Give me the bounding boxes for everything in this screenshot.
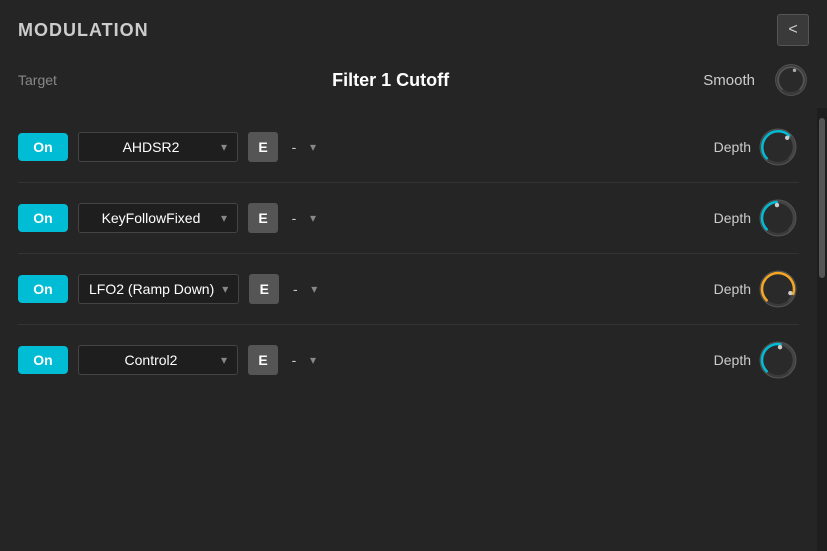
source-dropdown-2[interactable]: KeyFollowFixed ▾	[78, 203, 238, 233]
rows-area: On AHDSR2 ▾ E - ▾ Depth On KeyFollowFixe…	[0, 108, 817, 551]
depth-knob-1[interactable]	[757, 126, 799, 168]
source-chevron-3[interactable]: ▾	[311, 282, 317, 296]
mod-row-4: On Control2 ▾ E - ▾ Depth	[0, 325, 817, 395]
mod-row-3: On LFO2 (Ramp Down) ▾ E - ▾ Depth	[0, 254, 817, 324]
source-name-4: Control2	[89, 352, 213, 368]
back-button[interactable]: <	[777, 14, 809, 46]
source-name-2: KeyFollowFixed	[89, 210, 213, 226]
target-row: Target Filter 1 Cutoff Smooth	[0, 56, 827, 108]
depth-row-4: Depth	[714, 339, 799, 381]
source-dropdown-4[interactable]: Control2 ▾	[78, 345, 238, 375]
depth-knob-2[interactable]	[757, 197, 799, 239]
panel-title: MODULATION	[18, 20, 149, 41]
on-button-4[interactable]: On	[18, 346, 68, 374]
source-dropdown-1[interactable]: AHDSR2 ▾	[78, 132, 238, 162]
depth-row-2: Depth	[714, 197, 799, 239]
smooth-label: Smooth	[703, 72, 755, 89]
chevron-down-icon-2: ▾	[221, 211, 227, 225]
depth-label-1: Depth	[714, 139, 751, 155]
depth-knob-4[interactable]	[757, 339, 799, 381]
chevron-down-icon-4: ▾	[221, 353, 227, 367]
e-button-1[interactable]: E	[248, 132, 278, 162]
dash-label-2: -	[288, 210, 300, 226]
filter-name: Filter 1 Cutoff	[88, 70, 693, 91]
source-chevron-1[interactable]: ▾	[310, 140, 316, 154]
depth-row-1: Depth	[714, 126, 799, 168]
mod-row-1: On AHDSR2 ▾ E - ▾ Depth	[0, 112, 817, 182]
chevron-down-icon-1: ▾	[221, 140, 227, 154]
target-label: Target	[18, 72, 78, 88]
depth-label-2: Depth	[714, 210, 751, 226]
source-name-1: AHDSR2	[89, 139, 213, 155]
on-button-1[interactable]: On	[18, 133, 68, 161]
chevron-down-icon-3: ▾	[222, 282, 228, 296]
dash-label-3: -	[289, 281, 301, 297]
content-area: On AHDSR2 ▾ E - ▾ Depth On KeyFollowFixe…	[0, 108, 827, 551]
source-chevron-4[interactable]: ▾	[310, 353, 316, 367]
scrollbar[interactable]	[817, 108, 827, 551]
on-button-3[interactable]: On	[18, 275, 68, 303]
source-name-3: LFO2 (Ramp Down)	[89, 281, 214, 297]
source-dropdown-3[interactable]: LFO2 (Ramp Down) ▾	[78, 274, 239, 304]
dash-label-1: -	[288, 139, 300, 155]
modulation-panel: MODULATION < Target Filter 1 Cutoff Smoo…	[0, 0, 827, 551]
scrollbar-thumb[interactable]	[819, 118, 825, 278]
dash-label-4: -	[288, 352, 300, 368]
depth-row-3: Depth	[714, 268, 799, 310]
e-button-2[interactable]: E	[248, 203, 278, 233]
source-chevron-2[interactable]: ▾	[310, 211, 316, 225]
depth-label-4: Depth	[714, 352, 751, 368]
e-button-3[interactable]: E	[249, 274, 279, 304]
e-button-4[interactable]: E	[248, 345, 278, 375]
panel-header: MODULATION <	[0, 0, 827, 56]
depth-knob-3[interactable]	[757, 268, 799, 310]
depth-label-3: Depth	[714, 281, 751, 297]
smooth-knob[interactable]	[773, 62, 809, 98]
mod-row-2: On KeyFollowFixed ▾ E - ▾ Depth	[0, 183, 817, 253]
on-button-2[interactable]: On	[18, 204, 68, 232]
